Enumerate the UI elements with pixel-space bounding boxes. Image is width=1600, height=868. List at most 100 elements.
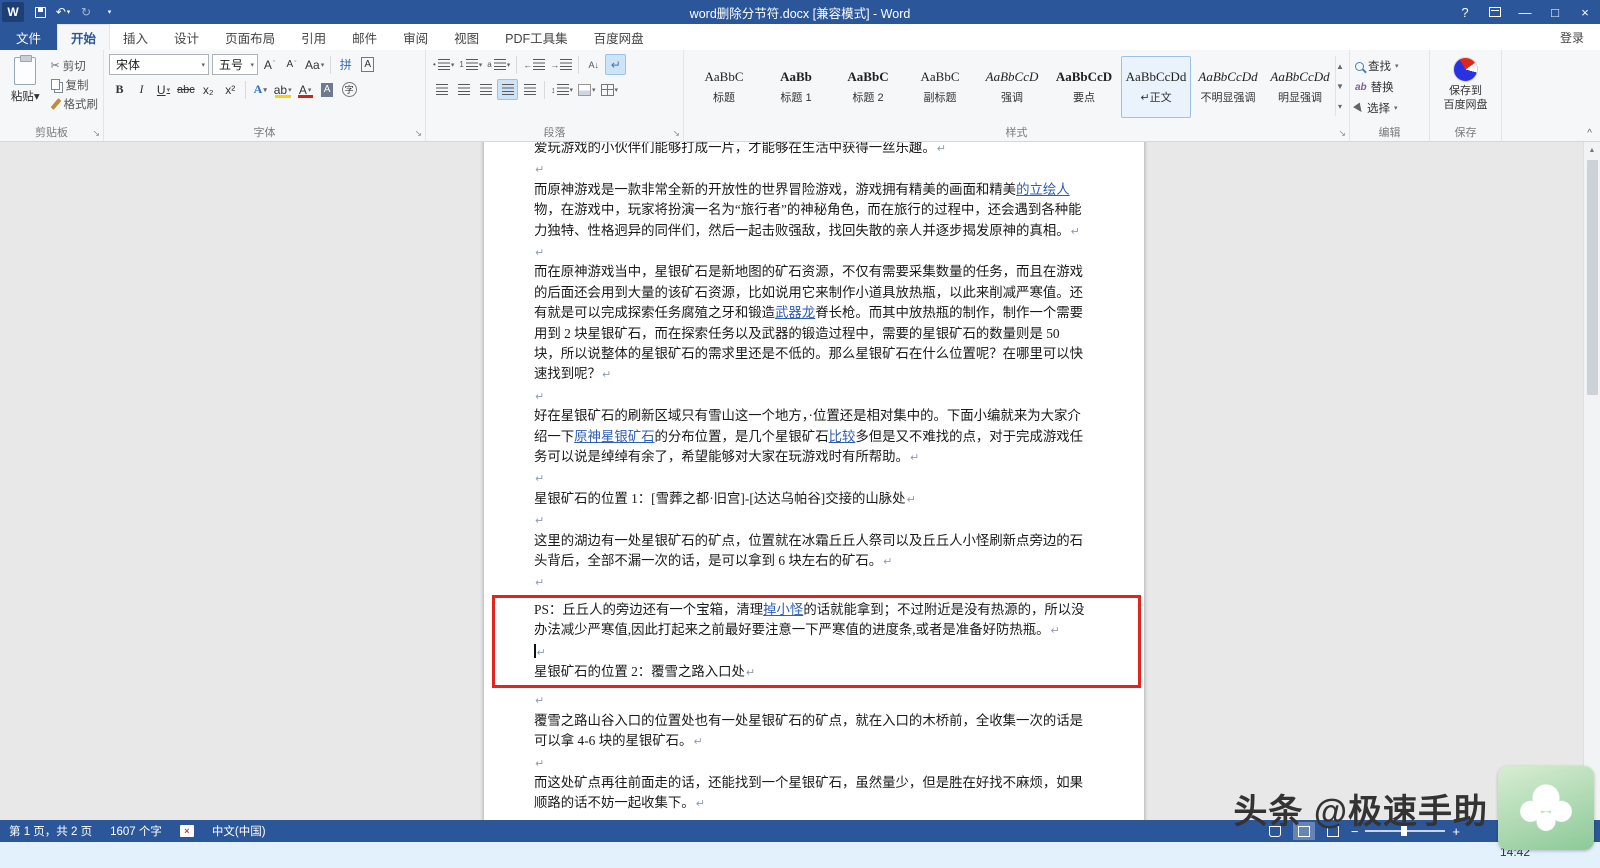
tab-引用[interactable]: 引用	[288, 24, 339, 50]
paragraph[interactable]: 星银矿石的位置 1：[雪葬之都·旧宫]-[达达乌帕谷]交接的山脉处↵	[534, 489, 1086, 510]
replace-button[interactable]: ab 替换	[1355, 78, 1424, 96]
paragraph[interactable]: 爱玩游戏的小伙伴们能够打成一片，才能够在生活中获得一丝乐趣。↵	[534, 142, 1086, 159]
multilevel-list-button[interactable]: a ▾	[485, 54, 512, 75]
style-标题 1[interactable]: AaBb 标题 1	[761, 56, 831, 118]
style-要点[interactable]: AaBbCcD 要点	[1049, 56, 1119, 118]
copy-button[interactable]: 复制	[50, 76, 99, 93]
undo-dropdown-icon[interactable]: ▾	[67, 8, 71, 16]
paragraph[interactable]: 而原神游戏是一款非常全新的开放性的世界冒险游戏，游戏拥有精美的画面和精美的立绘人…	[534, 180, 1086, 242]
shrink-font-button[interactable]: Aˇ	[281, 54, 302, 75]
strikethrough-button[interactable]: abc	[175, 79, 197, 100]
word-count[interactable]: 1607 个字	[101, 820, 171, 842]
phonetic-guide-button[interactable]: 拼	[335, 54, 356, 75]
vertical-scrollbar[interactable]: ▲ ▼	[1583, 142, 1600, 820]
maximize-button[interactable]: □	[1540, 0, 1570, 24]
styles-scroll-up-button[interactable]: ▲	[1336, 56, 1344, 76]
tab-百度网盘[interactable]: 百度网盘	[581, 24, 657, 50]
save-to-baidu-netdisk-button[interactable]: 保存到 百度网盘	[1435, 54, 1496, 113]
styles-scroll-down-button[interactable]: ▼	[1336, 76, 1344, 96]
text-highlight-button[interactable]: ab ▾	[272, 79, 294, 100]
grow-font-button[interactable]: Aˆ	[259, 54, 280, 75]
superscript-button[interactable]: x²	[220, 79, 241, 100]
text-effects-button[interactable]: A ▾	[250, 79, 271, 100]
underline-button[interactable]: U ▾	[153, 79, 174, 100]
change-case-button[interactable]: Aa ▾	[303, 54, 326, 75]
scrollbar-thumb[interactable]	[1586, 160, 1598, 395]
paragraph[interactable]: ↵	[534, 690, 1086, 710]
style-副标题[interactable]: AaBbC 副标题	[905, 56, 975, 118]
undo-button[interactable]: ↶ ▾	[52, 1, 74, 23]
paragraph[interactable]: ↵	[534, 386, 1086, 406]
tab-邮件[interactable]: 邮件	[339, 24, 390, 50]
justify-button[interactable]	[497, 79, 518, 100]
styles-more-button[interactable]: ▾	[1336, 96, 1344, 116]
redo-button[interactable]: ↻	[75, 1, 97, 23]
tab-插入[interactable]: 插入	[110, 24, 161, 50]
scroll-up-button[interactable]: ▲	[1584, 142, 1600, 158]
align-right-button[interactable]	[475, 79, 496, 100]
style-强调[interactable]: AaBbCcD 强调	[977, 56, 1047, 118]
numbered-list-button[interactable]: 1 ▾	[457, 54, 484, 75]
find-button[interactable]: 查找 ▾	[1355, 57, 1424, 75]
bullet-list-button[interactable]: • ▾	[431, 54, 456, 75]
proofing-status[interactable]	[171, 820, 203, 842]
align-center-button[interactable]	[453, 79, 474, 100]
show-hide-marks-button[interactable]: ↵	[605, 54, 627, 75]
paste-button[interactable]: 粘贴▾	[5, 54, 46, 126]
style-标题 2[interactable]: AaBbC 标题 2	[833, 56, 903, 118]
language-indicator[interactable]: 中文(中国)	[203, 820, 275, 842]
enclose-characters-button[interactable]: 字	[339, 79, 360, 100]
paragraph[interactable]: ↵	[534, 510, 1086, 530]
paragraph[interactable]: ↵	[534, 753, 1086, 773]
paragraph[interactable]: ↵	[534, 642, 1086, 662]
tab-设计[interactable]: 设计	[161, 24, 212, 50]
customize-quick-access-button[interactable]: ▾	[98, 1, 120, 23]
decrease-indent-button[interactable]: ←	[521, 54, 547, 75]
character-border-button[interactable]: A	[357, 54, 378, 75]
login-button[interactable]: 登录	[1544, 24, 1600, 50]
paragraph-dialog-launcher-icon[interactable]: ↘	[672, 128, 680, 139]
save-button[interactable]	[29, 1, 51, 23]
sort-button[interactable]: A↓	[583, 54, 604, 75]
tab-PDF工具集[interactable]: PDF工具集	[492, 24, 581, 50]
ribbon-display-options-button[interactable]	[1480, 0, 1510, 24]
document-content[interactable]: 爱玩游戏的小伙伴们能够打成一片，才能够在生活中获得一丝乐趣。↵ ↵ 而原神游戏是一款…	[492, 142, 1141, 820]
minimize-button[interactable]: —	[1510, 0, 1540, 24]
word-logo-icon[interactable]: W	[2, 2, 24, 22]
tab-页面布局[interactable]: 页面布局	[212, 24, 288, 50]
cut-button[interactable]: ✂ 剪切	[51, 57, 99, 74]
increase-indent-button[interactable]: →	[548, 54, 574, 75]
tab-file[interactable]: 文件	[0, 24, 58, 50]
character-shading-button[interactable]: A	[317, 79, 338, 100]
paragraph[interactable]: 这里的湖边有一处星银矿石的矿点，位置就在冰霜丘丘人祭司以及丘丘人小怪刷新点旁边的…	[534, 531, 1086, 573]
distribute-button[interactable]	[519, 79, 540, 100]
styles-dialog-launcher-icon[interactable]: ↘	[1338, 128, 1346, 139]
align-left-button[interactable]	[431, 79, 452, 100]
paragraph[interactable]: ↵	[534, 572, 1086, 592]
help-button[interactable]: ?	[1450, 0, 1480, 24]
format-painter-button[interactable]: 格式刷	[50, 95, 98, 112]
paste-dropdown-icon[interactable]: ▾	[34, 91, 40, 103]
paragraph[interactable]: 好在星银矿石的刷新区域只有雪山这一个地方，·位置还是相对集中的。下面小编就来为大…	[534, 406, 1086, 468]
style-↵正文[interactable]: AaBbCcDd ↵正文	[1121, 56, 1191, 118]
paragraph[interactable]: 覆雪之路山谷入口的位置处也有一处星银矿石的矿点，就在入口的木桥前，全收集一次的话…	[534, 711, 1086, 753]
select-button[interactable]: 选择 ▾	[1353, 99, 1424, 117]
style-明显强调[interactable]: AaBbCcDd 明显强调	[1265, 56, 1335, 118]
subscript-button[interactable]: x₂	[198, 79, 219, 100]
font-size-combo[interactable]: 五号 ▾	[212, 54, 258, 75]
paragraph[interactable]: ↵	[534, 159, 1086, 179]
page-indicator[interactable]: 第 1 页，共 2 页	[0, 820, 101, 842]
borders-button[interactable]: ▾	[599, 79, 621, 100]
paragraph[interactable]: 而在原神游戏当中，星银矿石是新地图的矿石资源，不仅有需要采集数量的任务，而且在游…	[534, 262, 1086, 385]
paragraph[interactable]: ↵	[534, 242, 1086, 262]
paragraph[interactable]: PS：丘丘人的旁边还有一个宝箱，清理掉小怪的话就能拿到；不过附近是没有热源的，所…	[534, 600, 1086, 642]
style-不明显强调[interactable]: AaBbCcDd 不明显强调	[1193, 56, 1263, 118]
close-button[interactable]: ×	[1570, 0, 1600, 24]
style-标题[interactable]: AaBbC 标题	[689, 56, 759, 118]
paragraph[interactable]: 星银矿石的位置 2：覆雪之路入口处↵	[534, 662, 1086, 683]
font-family-combo[interactable]: 宋体 ▾	[109, 54, 209, 75]
collapse-ribbon-button[interactable]: ^	[1587, 128, 1592, 139]
line-spacing-button[interactable]: ↕ ▾	[549, 79, 575, 100]
clipboard-dialog-launcher-icon[interactable]: ↘	[92, 128, 100, 139]
shading-button[interactable]: ▾	[576, 79, 598, 100]
